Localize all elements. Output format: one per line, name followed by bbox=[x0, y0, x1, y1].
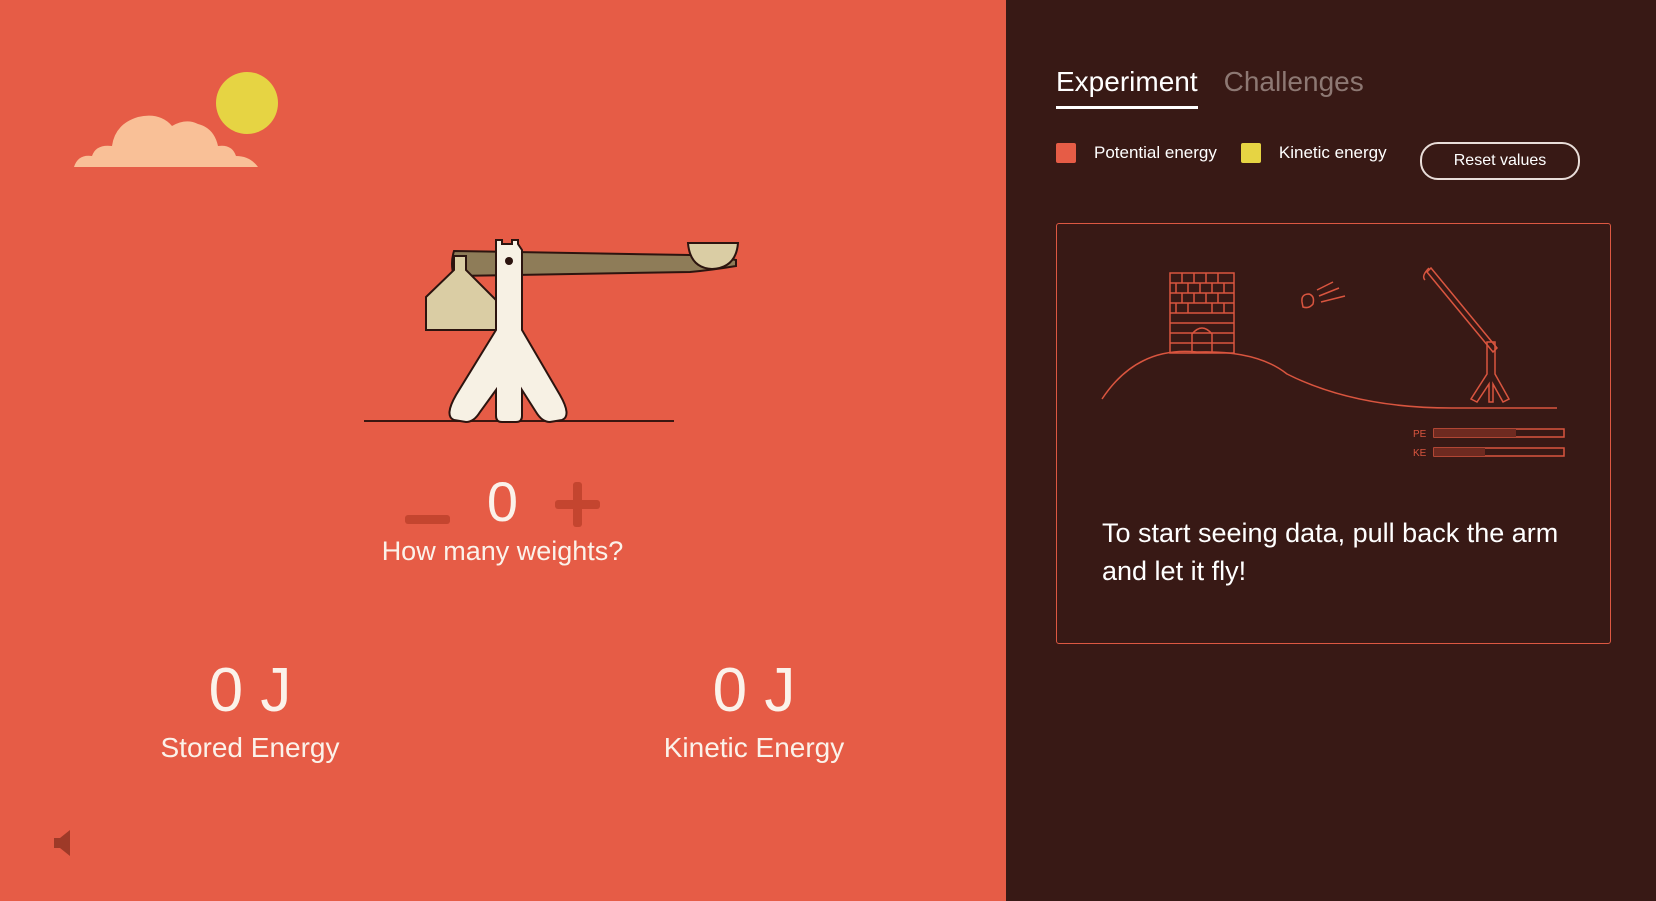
stored-energy-value: 0 J bbox=[208, 656, 292, 725]
tab-experiment[interactable]: Experiment bbox=[1056, 66, 1198, 109]
pivot-bolt bbox=[505, 257, 513, 265]
castle-icon bbox=[1169, 272, 1235, 354]
potential-energy-swatch bbox=[1056, 143, 1076, 163]
energy-legend: Potential energy Kinetic energy bbox=[1056, 143, 1411, 163]
kinetic-energy-value: 0 J bbox=[712, 656, 796, 725]
catapult-arm[interactable] bbox=[451, 242, 740, 278]
catapult-illustration bbox=[364, 239, 740, 424]
card-message: To start seeing data, pull back the arm … bbox=[1102, 518, 1559, 586]
panel-tabs: Experiment Challenges bbox=[1056, 66, 1364, 109]
energy-bars: PE KE bbox=[1413, 428, 1565, 459]
ke-bar-fill bbox=[1434, 448, 1485, 456]
speaker-icon bbox=[54, 830, 70, 856]
data-card: PE KE To start seeing data, pull back th… bbox=[1056, 223, 1611, 644]
reset-values-button[interactable]: Reset values bbox=[1420, 142, 1580, 180]
kinetic-energy-legend-label: Kinetic energy bbox=[1278, 143, 1387, 162]
data-panel: Experiment Challenges Potential energy K… bbox=[1006, 0, 1656, 901]
simulation-scene: 0 How many weights? 0 J Stored Energy 0 … bbox=[0, 0, 1006, 901]
stored-energy-readout: 0 J Stored Energy bbox=[100, 660, 400, 764]
potential-energy-legend-label: Potential energy bbox=[1094, 143, 1217, 162]
kinetic-energy-swatch bbox=[1240, 143, 1261, 163]
pe-bar-label: PE bbox=[1413, 429, 1427, 440]
kinetic-energy-label: Kinetic Energy bbox=[663, 732, 845, 763]
ke-bar-label: KE bbox=[1413, 448, 1427, 459]
weights-label: How many weights? bbox=[381, 536, 624, 566]
sound-toggle-button[interactable] bbox=[50, 828, 80, 858]
minus-icon[interactable] bbox=[405, 496, 450, 541]
small-catapult-icon bbox=[1422, 266, 1511, 403]
pe-bar-fill bbox=[1434, 429, 1516, 437]
launch-diagram: PE KE bbox=[1101, 266, 1565, 459]
plus-icon[interactable] bbox=[555, 482, 600, 527]
projectile-icon bbox=[1301, 281, 1346, 309]
weights-control: 0 How many weights? bbox=[360, 468, 645, 588]
stored-energy-label: Stored Energy bbox=[160, 732, 340, 763]
catapult-app: 0 How many weights? 0 J Stored Energy 0 … bbox=[0, 0, 1656, 901]
weights-count: 0 bbox=[486, 470, 519, 533]
kinetic-energy-readout: 0 J Kinetic Energy bbox=[604, 660, 904, 764]
tab-challenges[interactable]: Challenges bbox=[1224, 66, 1364, 109]
